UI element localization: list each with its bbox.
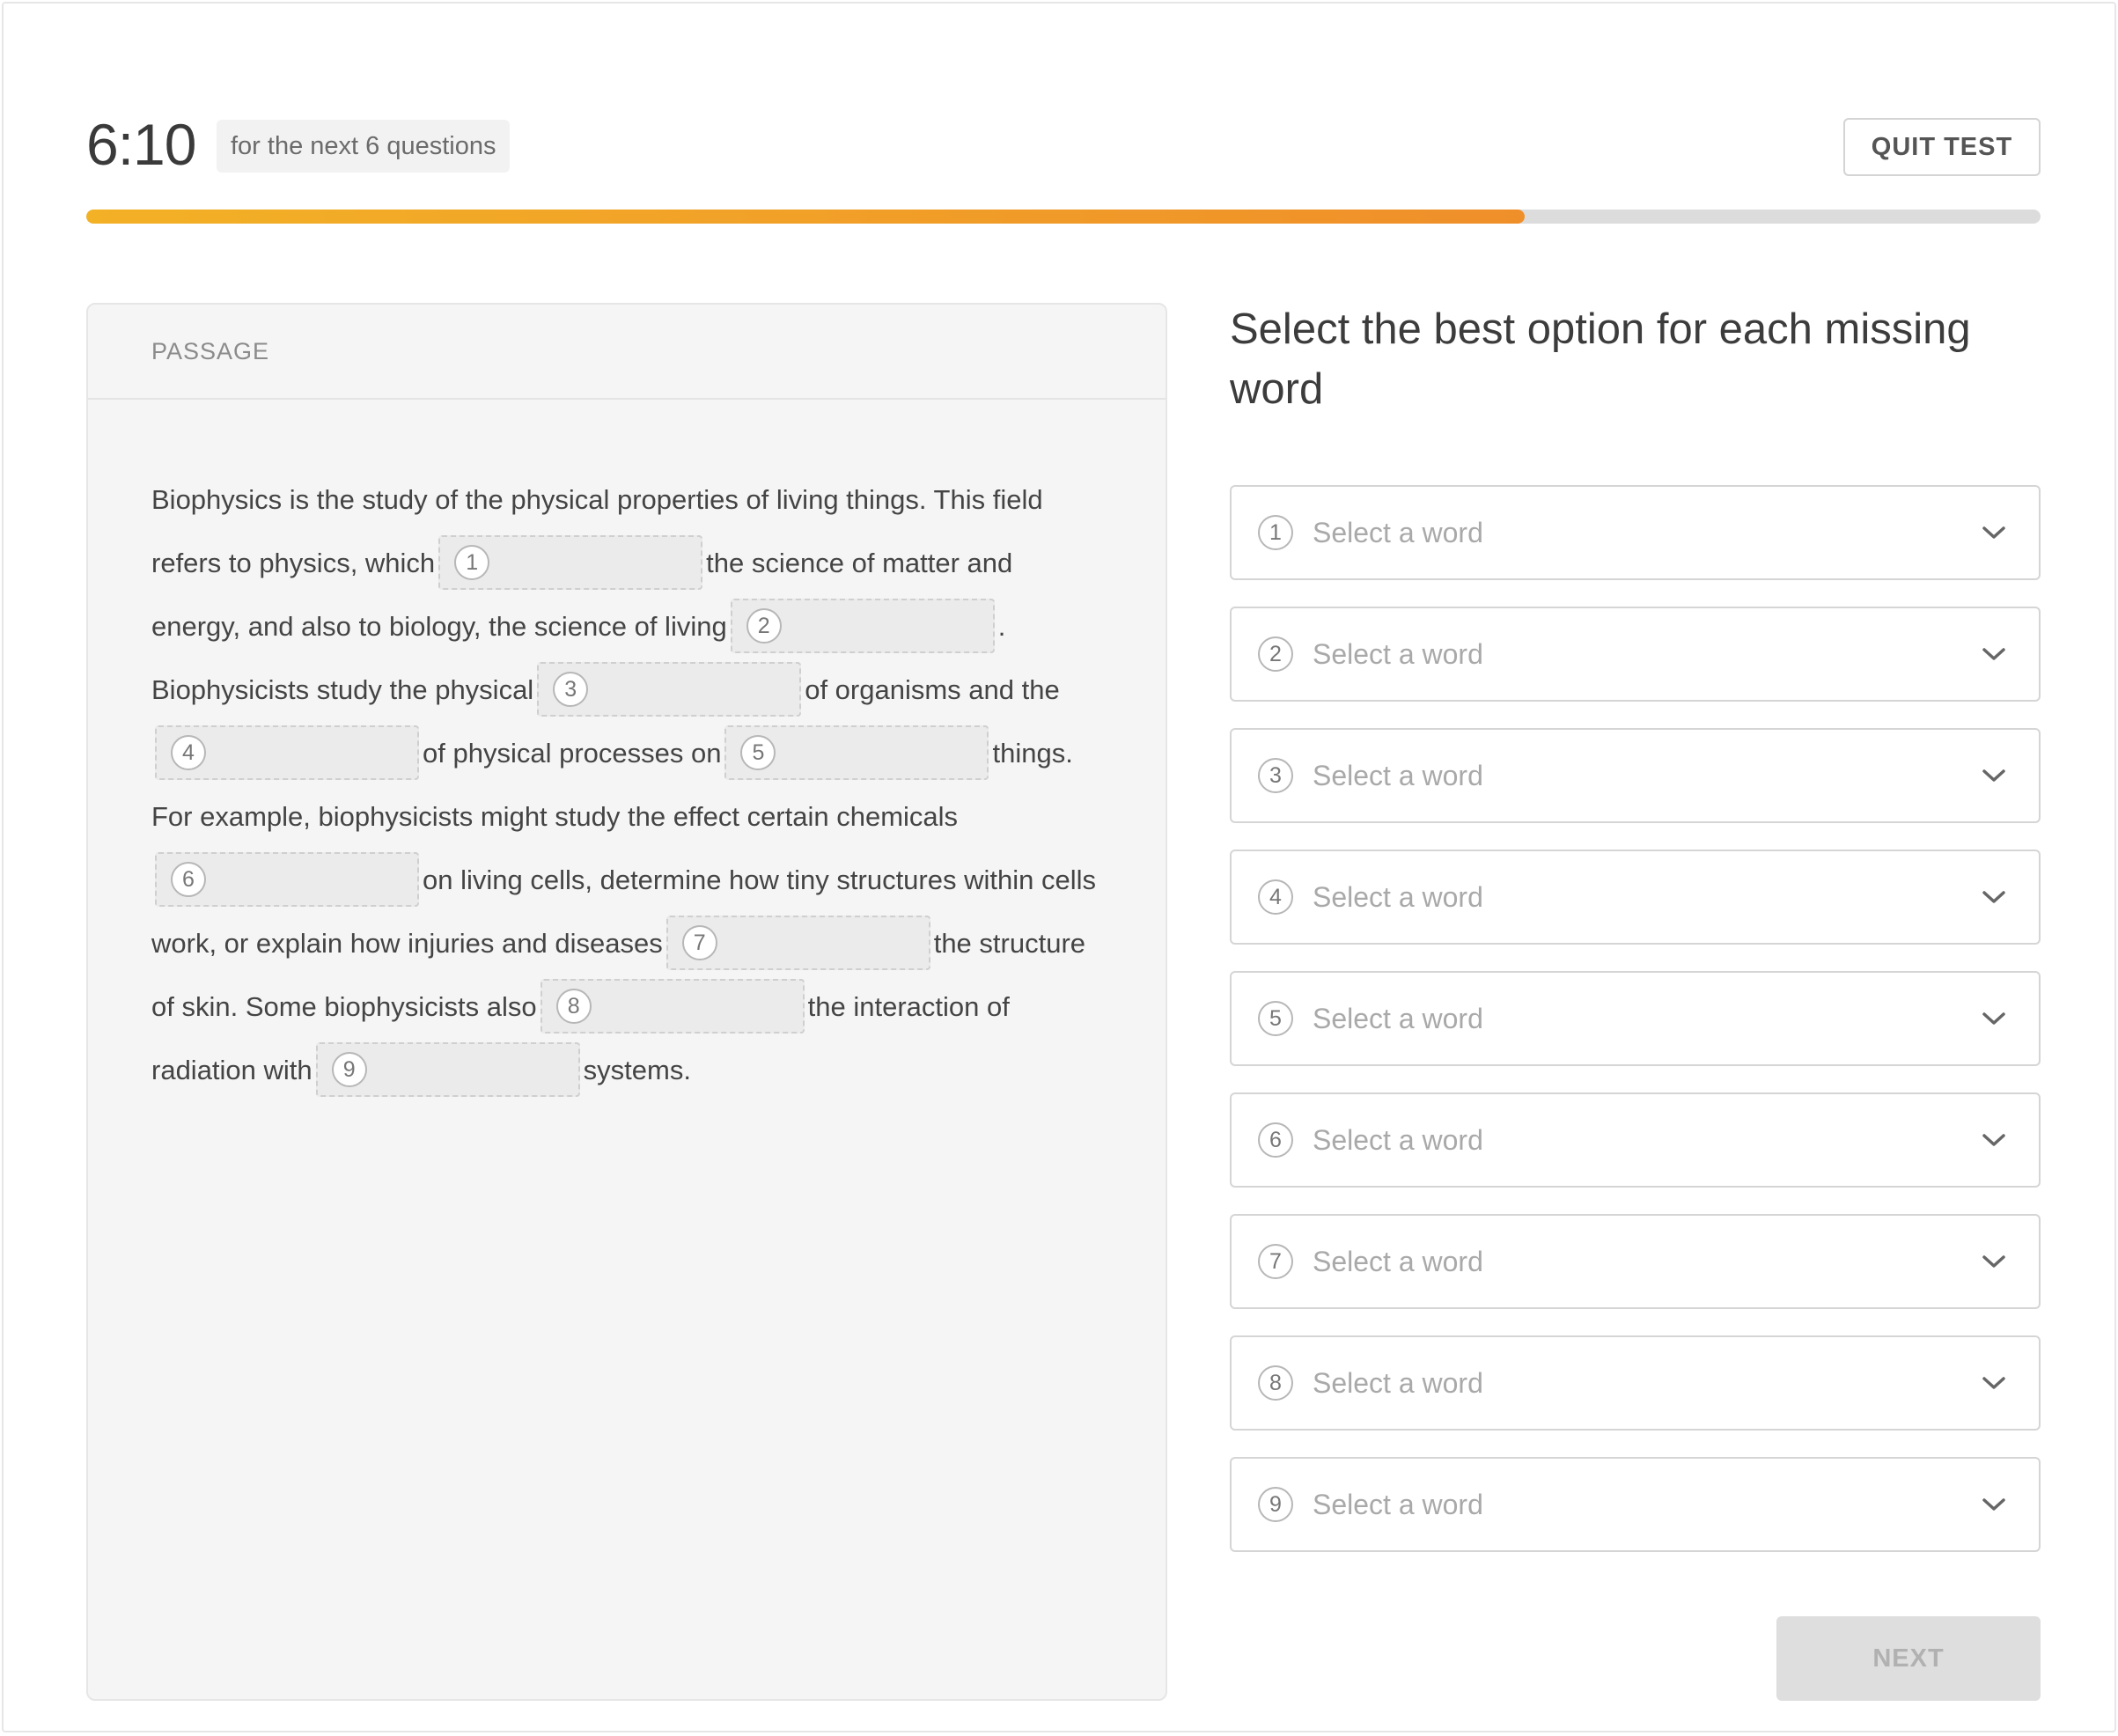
- blank-number: 9: [331, 1051, 367, 1087]
- dropdown-placeholder: Select a word: [1313, 881, 1483, 913]
- test-frame: 6:10 for the next 6 questions QUIT TEST …: [2, 2, 2116, 1732]
- dropdown-number: 9: [1258, 1487, 1293, 1522]
- timer: 6:10: [86, 112, 196, 177]
- dropdown-placeholder: Select a word: [1313, 517, 1483, 548]
- dropdown-number: 8: [1258, 1365, 1293, 1401]
- blank-5[interactable]: 5: [724, 725, 989, 780]
- blank-4[interactable]: 4: [155, 725, 419, 780]
- dropdown-placeholder: Select a word: [1313, 1124, 1483, 1156]
- dropdown-placeholder: Select a word: [1313, 1246, 1483, 1277]
- next-button[interactable]: NEXT: [1776, 1616, 2041, 1701]
- dropdown-placeholder: Select a word: [1313, 1367, 1483, 1399]
- blank-number: 7: [681, 924, 717, 960]
- passage-segment: of physical processes on: [423, 738, 722, 769]
- dropdown-number: 3: [1258, 758, 1293, 793]
- blank-number: 3: [553, 671, 589, 707]
- dropdown-number: 5: [1258, 1001, 1293, 1036]
- blank-1[interactable]: 1: [438, 534, 703, 590]
- chevron-down-icon: [1982, 1498, 2005, 1511]
- dropdown-number: 2: [1258, 636, 1293, 672]
- word-dropdown-4[interactable]: 4 Select a word: [1230, 850, 2041, 945]
- passage-text: Biophysics is the study of the physical …: [151, 468, 1102, 1102]
- blank-number: 1: [454, 544, 490, 580]
- passage-segment: of organisms and the: [805, 674, 1060, 705]
- passage-panel: PASSAGE Biophysics is the study of the p…: [86, 303, 1167, 1701]
- timer-note: for the next 6 questions: [217, 120, 511, 173]
- blank-7[interactable]: 7: [666, 915, 930, 970]
- word-dropdown-1[interactable]: 1 Select a word: [1230, 485, 2041, 580]
- blank-8[interactable]: 8: [540, 978, 805, 1034]
- blank-number: 6: [171, 861, 206, 897]
- dropdown-placeholder: Select a word: [1313, 1003, 1483, 1034]
- word-dropdown-3[interactable]: 3 Select a word: [1230, 728, 2041, 823]
- word-dropdown-2[interactable]: 2 Select a word: [1230, 607, 2041, 702]
- dropdown-number: 1: [1258, 515, 1293, 550]
- quit-test-button[interactable]: QUIT TEST: [1843, 118, 2041, 176]
- word-dropdown-5[interactable]: 5 Select a word: [1230, 971, 2041, 1066]
- blank-number: 5: [740, 734, 776, 770]
- blank-9[interactable]: 9: [315, 1041, 580, 1097]
- dropdown-placeholder: Select a word: [1313, 1489, 1483, 1520]
- chevron-down-icon: [1982, 648, 2005, 660]
- passage-heading: PASSAGE: [88, 305, 1166, 400]
- dropdown-number: 7: [1258, 1244, 1293, 1279]
- word-dropdown-8[interactable]: 8 Select a word: [1230, 1335, 2041, 1431]
- blank-number: 2: [746, 607, 782, 644]
- chevron-down-icon: [1982, 1134, 2005, 1146]
- dropdown-placeholder: Select a word: [1313, 638, 1483, 670]
- dropdown-number: 4: [1258, 879, 1293, 915]
- word-dropdown-9[interactable]: 9 Select a word: [1230, 1457, 2041, 1552]
- instructions-heading: Select the best option for each missing …: [1230, 305, 1971, 413]
- chevron-down-icon: [1982, 1012, 2005, 1025]
- progress-bar: [86, 210, 2041, 224]
- passage-segment: systems.: [583, 1055, 691, 1085]
- blank-6[interactable]: 6: [155, 851, 419, 907]
- blank-number: 8: [555, 988, 592, 1024]
- word-dropdown-6[interactable]: 6 Select a word: [1230, 1092, 2041, 1188]
- dropdown-number: 6: [1258, 1122, 1293, 1158]
- dropdown-placeholder: Select a word: [1313, 760, 1483, 791]
- word-dropdown-7[interactable]: 7 Select a word: [1230, 1214, 2041, 1309]
- progress-fill: [86, 210, 1525, 224]
- chevron-down-icon: [1982, 769, 2005, 782]
- chevron-down-icon: [1982, 891, 2005, 903]
- chevron-down-icon: [1982, 526, 2005, 539]
- chevron-down-icon: [1982, 1377, 2005, 1389]
- blank-3[interactable]: 3: [537, 661, 802, 717]
- chevron-down-icon: [1982, 1255, 2005, 1268]
- blank-2[interactable]: 2: [730, 598, 995, 653]
- blank-number: 4: [171, 734, 206, 770]
